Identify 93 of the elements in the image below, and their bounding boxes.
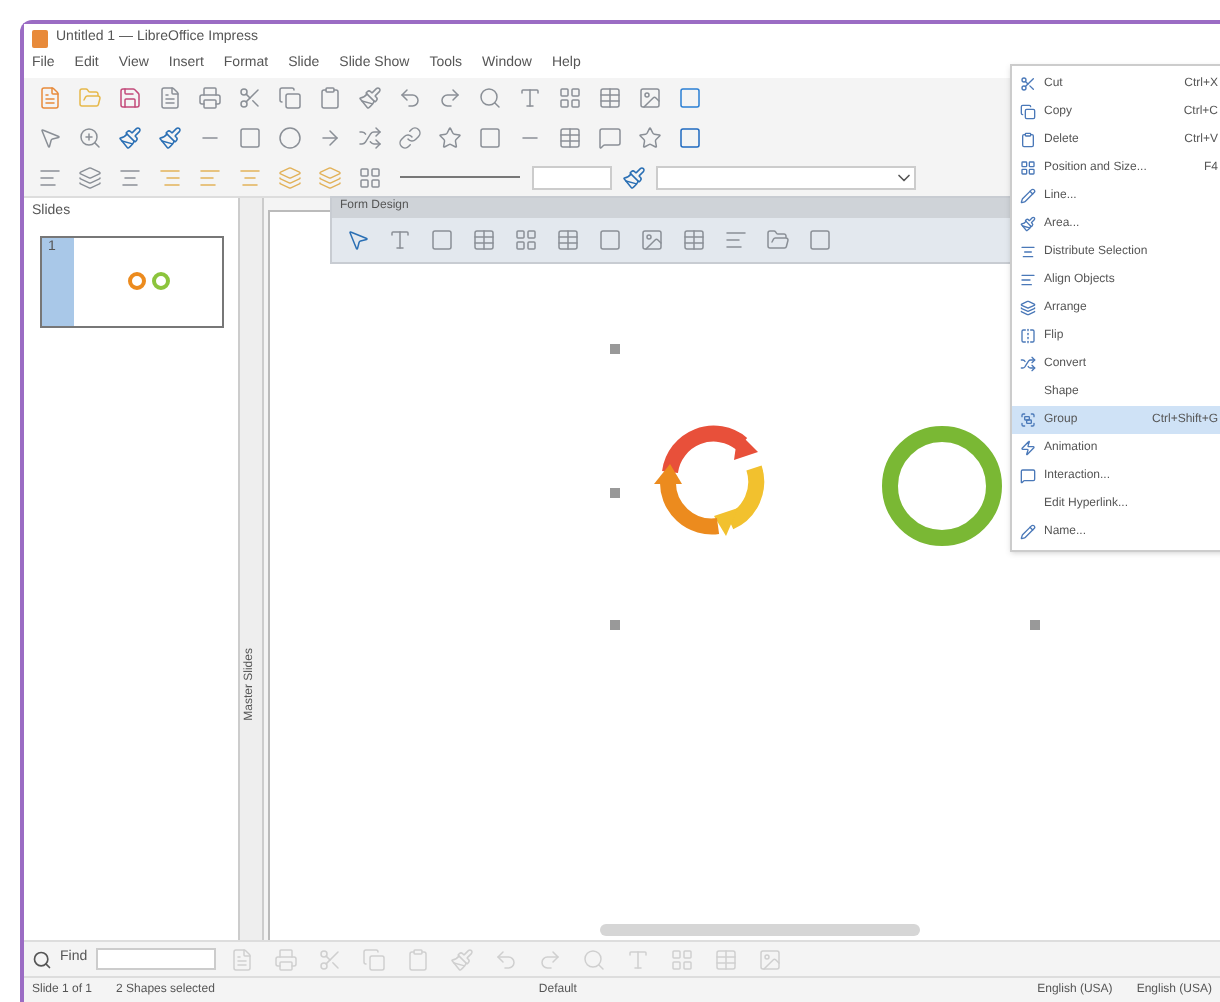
toolbar-icon bbox=[318, 86, 342, 110]
toolbar-icon bbox=[278, 86, 302, 110]
toolbar-icon bbox=[678, 86, 702, 110]
toolbar-icon bbox=[472, 228, 496, 252]
toolbar-icon bbox=[78, 126, 102, 150]
toolbar-icon bbox=[514, 228, 538, 252]
selection-handle[interactable] bbox=[610, 344, 620, 354]
menu-entry-icon bbox=[1020, 216, 1036, 232]
toolbar-icon bbox=[669, 947, 694, 971]
toolbar-icon bbox=[678, 126, 702, 150]
toolbar-icon bbox=[238, 86, 262, 110]
toolbar-icon bbox=[724, 228, 748, 252]
toolbar-icon bbox=[198, 86, 222, 110]
toolbar-icon bbox=[273, 947, 298, 971]
search-icon bbox=[32, 949, 52, 969]
menu-entry-icon bbox=[1020, 76, 1036, 92]
toolbar-icon bbox=[358, 126, 382, 150]
toolbar-icon bbox=[38, 86, 62, 110]
toolbar-icon bbox=[640, 228, 664, 252]
toolbar-icon bbox=[638, 126, 662, 150]
toolbar-icon bbox=[118, 86, 142, 110]
selection-handle[interactable] bbox=[610, 488, 620, 498]
toolbar-icon bbox=[438, 86, 462, 110]
menu-entry-icon bbox=[1020, 188, 1036, 204]
toolbar-icon bbox=[757, 947, 782, 971]
toolbar-icon bbox=[478, 86, 502, 110]
menu-entry-icon bbox=[1020, 104, 1036, 120]
toolbar-icon bbox=[198, 165, 222, 189]
toolbar-icon bbox=[358, 165, 382, 189]
toolbar-icon bbox=[713, 947, 738, 971]
menu-entry-icon bbox=[1020, 244, 1036, 260]
toolbar-icon bbox=[598, 126, 622, 150]
toolbar-icon bbox=[361, 947, 386, 971]
ring-drawing bbox=[880, 424, 1004, 548]
app-icon bbox=[32, 29, 48, 47]
menu-entry-icon bbox=[1020, 272, 1036, 288]
toolbar-icon bbox=[449, 947, 474, 971]
toolbar-icon bbox=[38, 165, 62, 189]
menu-entry-icon bbox=[1020, 440, 1036, 456]
toolbar-icon bbox=[118, 126, 142, 150]
menu-entry-icon bbox=[1020, 132, 1036, 148]
toolbar-icon bbox=[358, 86, 382, 110]
menu-entry-icon bbox=[1020, 524, 1036, 540]
find-field[interactable] bbox=[95, 948, 216, 970]
menu-entry-icon bbox=[1020, 160, 1036, 176]
toolbar-icon bbox=[78, 165, 102, 189]
toolbar-icon bbox=[493, 947, 518, 971]
toolbar-icon bbox=[229, 947, 254, 971]
toolbar-icon bbox=[318, 126, 342, 150]
toolbar-icon bbox=[158, 126, 182, 150]
toolbar-icon bbox=[78, 86, 102, 110]
toolbar-icon bbox=[346, 228, 370, 252]
line-width-field[interactable] bbox=[532, 165, 612, 189]
selection-handle[interactable] bbox=[610, 620, 620, 630]
toolbar-icon bbox=[405, 947, 430, 971]
toolbar-icon bbox=[766, 228, 790, 252]
toolbar-icon bbox=[537, 947, 562, 971]
toolbar-icon bbox=[558, 126, 582, 150]
toolbar-icon bbox=[238, 165, 262, 189]
toolbar-icon bbox=[278, 126, 302, 150]
toolbar-icon bbox=[38, 126, 62, 150]
menu-entry-icon bbox=[1020, 412, 1036, 428]
toolbar-icon bbox=[518, 86, 542, 110]
toolbar-icon bbox=[398, 126, 422, 150]
toolbar-icon bbox=[558, 86, 582, 110]
toolbar-icon bbox=[808, 228, 832, 252]
menu-entry-icon bbox=[1020, 468, 1036, 484]
toolbar-icon bbox=[398, 86, 422, 110]
menu-entry-icon bbox=[1020, 300, 1036, 316]
toolbar-icon bbox=[318, 165, 342, 189]
toolbar-icon bbox=[622, 165, 646, 189]
horizontal-scrollbar[interactable] bbox=[600, 924, 920, 936]
toolbar-icon bbox=[682, 228, 706, 252]
toolbar-icon bbox=[438, 126, 462, 150]
toolbar-icon bbox=[625, 947, 650, 971]
toolbar-icon bbox=[478, 126, 502, 150]
toolbar-icon bbox=[118, 165, 142, 189]
toolbar-icon bbox=[581, 947, 606, 971]
toolbar-icon bbox=[238, 126, 262, 150]
toolbar-icon bbox=[317, 947, 342, 971]
menu-entry-icon bbox=[1020, 328, 1036, 344]
color-dropdown[interactable] bbox=[656, 165, 916, 189]
toolbar-icon bbox=[430, 228, 454, 252]
toolbar-icon bbox=[638, 86, 662, 110]
toolbar-icon bbox=[598, 86, 622, 110]
toolbar-icon bbox=[158, 86, 182, 110]
toolbar-icon bbox=[278, 165, 302, 189]
toolbar-icon bbox=[388, 228, 412, 252]
selection-handle[interactable] bbox=[1030, 620, 1040, 630]
menu-entry-icon bbox=[1020, 356, 1036, 372]
toolbar-icon bbox=[158, 165, 182, 189]
toolbar-icon bbox=[598, 228, 622, 252]
toolbar-icon bbox=[556, 228, 580, 252]
